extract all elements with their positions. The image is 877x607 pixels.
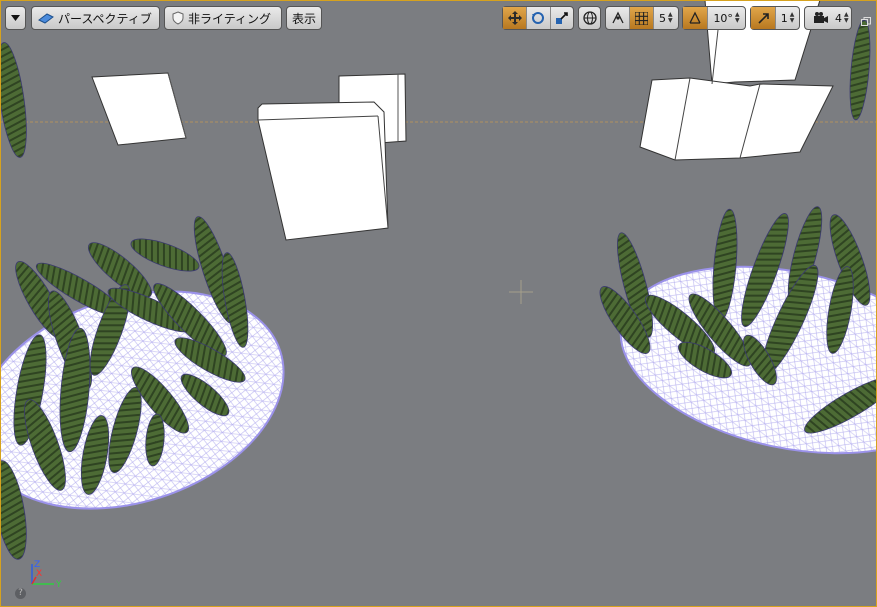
lighting-mode-label: 非ライティング [188, 11, 272, 26]
perspective-camera-icon [38, 13, 54, 24]
scale-snap-value-dropdown[interactable]: 1 ▲ ▼ [775, 7, 799, 29]
rotation-snap-group: 10° ▲ ▼ [682, 6, 746, 30]
axis-y-label: Y [55, 580, 62, 590]
lighting-mode-button[interactable]: 非ライティング [164, 6, 282, 30]
camera-speed-value: 4 [835, 11, 842, 25]
globe-icon [582, 11, 597, 25]
rotation-snap-value: 10° [713, 11, 733, 25]
help-icon[interactable]: ? [15, 588, 26, 599]
scale-icon [555, 12, 568, 24]
spinner-arrows-icon: ▲ ▼ [734, 11, 740, 24]
axis-gizmo: Z X Y [31, 560, 62, 590]
surface-snap-icon [612, 11, 624, 24]
world-local-toggle[interactable] [578, 6, 601, 30]
view-mode-label: パースペクティブ [58, 11, 152, 26]
surface-snap-button[interactable] [606, 7, 629, 29]
translate-tool-button[interactable] [503, 7, 527, 29]
spinner-arrows-icon: ▲ ▼ [668, 11, 673, 24]
white-box-center [257, 101, 389, 241]
axis-x-label: X [36, 569, 42, 579]
move-arrows-icon [507, 11, 522, 25]
center-crosshair [509, 280, 533, 304]
scale-tool-button[interactable] [549, 7, 573, 29]
camera-icon [814, 12, 828, 23]
grid-icon [635, 11, 648, 25]
scale-snap-toggle[interactable] [751, 7, 775, 29]
grid-snap-value-dropdown[interactable]: 5 ▲ ▼ [652, 7, 678, 29]
show-menu-label: 表示 [291, 11, 316, 26]
angle-icon [689, 11, 701, 24]
scale-snap-value: 1 [780, 11, 788, 25]
white-box-left [91, 72, 187, 146]
rotation-snap-value-dropdown[interactable]: 10° ▲ ▼ [707, 7, 745, 29]
spinner-arrows-icon: ▲ ▼ [844, 11, 849, 24]
show-menu-button[interactable]: 表示 [286, 6, 322, 30]
shield-icon [172, 11, 184, 25]
grid-snap-group: 5 ▲ ▼ [605, 6, 679, 30]
camera-speed-button[interactable]: 4 ▲ ▼ [804, 6, 852, 30]
spinner-arrows-icon: ▲ ▼ [789, 11, 795, 24]
scale-snap-group: 1 ▲ ▼ [750, 6, 800, 30]
rotation-snap-toggle[interactable] [683, 7, 707, 29]
grid-snap-toggle[interactable] [629, 7, 653, 29]
viewport-options-dropdown[interactable] [5, 6, 26, 30]
editor-viewport[interactable]: パースペクティブ 非ライティング 表示 5 ▲ ▼ 10° ▲ ▼ 1 ▲ ▼ … [0, 0, 877, 607]
chevron-down-icon [11, 15, 20, 21]
rotate-tool-button[interactable] [526, 7, 549, 29]
maximize-viewport-button[interactable] [861, 12, 871, 26]
transform-tools-group [502, 6, 574, 30]
rotate-icon [532, 12, 545, 24]
grid-snap-value: 5 [659, 11, 667, 25]
view-mode-button[interactable]: パースペクティブ [31, 6, 160, 30]
scale-arrow-icon [757, 12, 769, 24]
restore-window-icon [861, 17, 871, 26]
scene-3d[interactable] [0, 0, 877, 607]
